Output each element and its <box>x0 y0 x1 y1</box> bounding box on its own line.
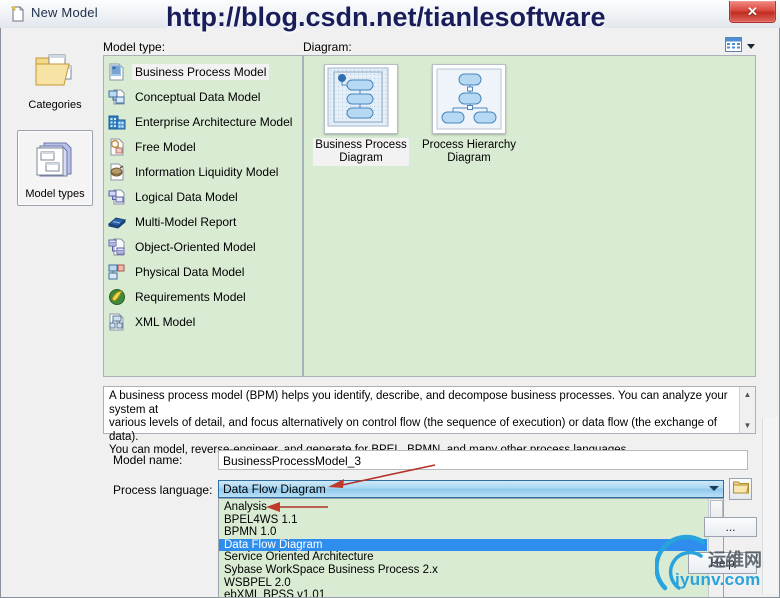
business-process-model-icon <box>108 63 126 81</box>
new-model-dialog: New Model http://blog.csdn.net/tianlesof… <box>0 0 780 598</box>
chevron-down-icon <box>747 44 755 49</box>
browse-more-button[interactable]: ... <box>704 517 757 537</box>
description-box: A business process model (BPM) helps you… <box>103 386 756 456</box>
diagram-item-business-process[interactable]: Business Process Diagram <box>309 64 413 166</box>
diagram-item-label: Business Process Diagram <box>313 138 409 166</box>
dialog-scrollbar[interactable] <box>762 418 778 594</box>
process-language-combobox[interactable]: Data Flow Diagram <box>218 480 724 498</box>
close-button[interactable]: ✕ <box>729 1 776 23</box>
scroll-down-icon[interactable]: ▼ <box>740 418 755 433</box>
dropdown-option[interactable]: WSBPEL 2.0 <box>219 577 707 590</box>
folder-icon <box>732 480 749 499</box>
object-oriented-model-icon <box>108 238 126 256</box>
description-text: A business process model (BPM) helps you… <box>109 390 731 458</box>
process-language-value: Data Flow Diagram <box>223 482 326 496</box>
diagram-view-toggle[interactable] <box>725 36 765 57</box>
xml-model-icon <box>108 313 126 331</box>
dropdown-option[interactable]: BPMN 1.0 <box>219 526 707 539</box>
list-item[interactable]: Requirements Model <box>104 284 302 309</box>
model-type-label: Model type: <box>103 40 166 54</box>
chevron-down-icon[interactable] <box>709 486 719 491</box>
overlay-url-watermark: http://blog.csdn.net/tianlesoftware <box>166 2 606 32</box>
business-process-diagram-thumb <box>324 64 398 134</box>
list-item-label: XML Model <box>135 314 196 329</box>
close-icon: ✕ <box>747 3 758 19</box>
dropdown-option-selected[interactable]: Data Flow Diagram <box>219 538 707 552</box>
information-liquidity-model-icon <box>108 163 126 181</box>
list-item-label: Multi-Model Report <box>135 214 237 229</box>
list-item-label: Requirements Model <box>135 289 246 304</box>
list-item-label: Business Process Model <box>132 63 270 80</box>
process-language-dropdown-list[interactable]: Analysis BPEL4WS 1.1 BPMN 1.0 Data Flow … <box>218 498 724 598</box>
list-item[interactable]: Multi-Model Report <box>104 209 302 234</box>
physical-data-model-icon <box>108 263 126 281</box>
scroll-up-icon[interactable]: ▲ <box>740 387 755 402</box>
dropdown-option[interactable]: Service Oriented Architecture <box>219 551 707 564</box>
dropdown-option[interactable]: Analysis <box>219 501 707 514</box>
requirements-model-icon <box>108 288 126 306</box>
list-item[interactable]: Logical Data Model <box>104 184 302 209</box>
list-item[interactable]: Enterprise Architecture Model <box>104 109 302 134</box>
description-line-2: various levels of detail, and focus alte… <box>109 417 717 443</box>
enterprise-architecture-model-icon <box>108 113 126 131</box>
diagram-panel[interactable]: Business Process Diagram Process Hierarch… <box>303 55 756 377</box>
process-hierarchy-diagram-thumb <box>432 64 506 134</box>
dropdown-option[interactable]: ebXML BPSS v1.01 <box>219 589 707 597</box>
sidebar-item-label: Categories <box>28 99 82 111</box>
process-language-label: Process language: <box>113 483 213 497</box>
sidebar: Categories Model types <box>13 42 97 440</box>
logical-data-model-icon <box>108 188 126 206</box>
folder-windows-icon <box>33 50 77 95</box>
model-type-list[interactable]: Business Process Model Conceptual Data M… <box>103 55 303 377</box>
list-item[interactable]: Business Process Model <box>104 59 302 84</box>
new-document-icon <box>10 6 26 22</box>
list-item-label: Free Model <box>135 139 196 154</box>
list-view-icon <box>725 36 742 57</box>
list-item-label: Logical Data Model <box>135 189 238 204</box>
help-button[interactable]: Help <box>688 552 757 574</box>
sidebar-item-model-types[interactable]: Model types <box>17 130 93 206</box>
conceptual-data-model-icon <box>108 88 126 106</box>
stacked-windows-icon <box>33 139 77 184</box>
dropdown-scrollbar[interactable] <box>708 499 723 597</box>
description-scrollbar[interactable]: ▲ ▼ <box>739 387 755 433</box>
sidebar-item-label: Model types <box>25 188 85 200</box>
list-item[interactable]: Object-Oriented Model <box>104 234 302 259</box>
model-name-input[interactable]: BusinessProcessModel_3 <box>218 450 748 470</box>
list-item-label: Object-Oriented Model <box>135 239 256 254</box>
list-item-label: Information Liquidity Model <box>135 164 279 179</box>
list-item[interactable]: Physical Data Model <box>104 259 302 284</box>
list-item[interactable]: Conceptual Data Model <box>104 84 302 109</box>
diagram-label: Diagram: <box>303 40 352 54</box>
list-item[interactable]: Free Model <box>104 134 302 159</box>
browse-folder-button[interactable] <box>729 478 752 500</box>
free-model-icon <box>108 138 126 156</box>
description-line-1: A business process model (BPM) helps you… <box>109 390 728 416</box>
list-item-label: Physical Data Model <box>135 264 245 279</box>
list-item[interactable]: Information Liquidity Model <box>104 159 302 184</box>
multi-model-report-icon <box>107 213 127 231</box>
window-title: New Model <box>31 5 98 20</box>
list-item-label: Enterprise Architecture Model <box>135 114 293 129</box>
sidebar-item-categories[interactable]: Categories <box>17 42 93 118</box>
diagram-item-label: Process Hierarchy Diagram <box>422 139 516 164</box>
dropdown-option[interactable]: Sybase WorkSpace Business Process 2.x <box>219 564 707 577</box>
list-item-label: Conceptual Data Model <box>135 89 261 104</box>
title-bar: New Model http://blog.csdn.net/tianlesof… <box>0 0 780 32</box>
diagram-item-process-hierarchy[interactable]: Process Hierarchy Diagram <box>417 64 521 166</box>
dropdown-option[interactable]: BPEL4WS 1.1 <box>219 514 707 527</box>
list-item[interactable]: XML Model <box>104 309 302 334</box>
model-name-label: Model name: <box>113 453 183 467</box>
